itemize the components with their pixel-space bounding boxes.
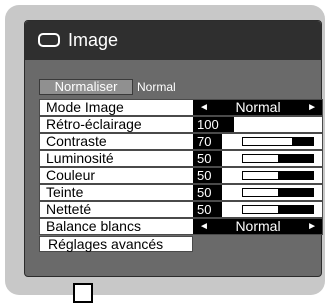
row-nettete[interactable]: Netteté 50 <box>39 201 323 218</box>
row-retro-eclairage[interactable]: Rétro-éclairage 100 <box>39 116 323 133</box>
row-contraste[interactable]: Contraste 70 <box>39 133 323 150</box>
row-teinte[interactable]: Teinte 50 <box>39 184 323 201</box>
contraste-slider[interactable] <box>242 137 314 146</box>
image-menu-panel: Image Normaliser Normal Mode Image ◄ Nor… <box>24 20 323 277</box>
balance-blancs-selector[interactable]: ◄ Normal ► <box>194 219 322 234</box>
mode-image-value: Normal <box>235 99 281 115</box>
luminosite-value: 50 <box>194 151 222 166</box>
teinte-slider-fill <box>278 189 313 196</box>
left-arrow-icon[interactable]: ◄ <box>199 100 209 115</box>
title-bar: Image <box>25 21 321 60</box>
contraste-label: Contraste <box>40 134 193 149</box>
menu-frame: Image Normaliser Normal Mode Image ◄ Nor… <box>5 5 325 295</box>
couleur-slider[interactable] <box>242 171 314 180</box>
luminosite-slider[interactable] <box>242 154 314 163</box>
couleur-label: Couleur <box>40 168 193 183</box>
row-balance-blancs[interactable]: Balance blancs ◄ Normal ► <box>39 218 323 235</box>
row-couleur[interactable]: Couleur 50 <box>39 167 323 184</box>
normaliser-value: Normal <box>137 80 176 94</box>
rounded-rectangle-icon <box>38 33 60 47</box>
teinte-value: 50 <box>194 185 222 200</box>
menu-title: Image <box>68 30 119 50</box>
reglages-avances-button[interactable]: Réglages avancés <box>39 236 193 252</box>
retro-eclairage-label: Rétro-éclairage <box>40 117 193 132</box>
nettete-slider[interactable] <box>242 205 314 214</box>
left-arrow-icon[interactable]: ◄ <box>199 219 209 234</box>
row-luminosite[interactable]: Luminosité 50 <box>39 150 323 167</box>
nettete-value: 50 <box>194 202 222 217</box>
right-arrow-icon[interactable]: ► <box>307 219 317 234</box>
contraste-value: 70 <box>194 134 222 149</box>
retro-eclairage-value: 100 <box>194 117 234 132</box>
nettete-label: Netteté <box>40 202 193 217</box>
balance-blancs-label: Balance blancs <box>40 219 193 234</box>
teinte-slider[interactable] <box>242 188 314 197</box>
nettete-slider-fill <box>278 206 313 213</box>
square-icon <box>73 283 93 303</box>
luminosite-label: Luminosité <box>40 151 193 166</box>
balance-blancs-value: Normal <box>235 218 281 234</box>
normaliser-button[interactable]: Normaliser <box>39 79 133 95</box>
mode-image-selector[interactable]: ◄ Normal ► <box>194 100 322 115</box>
contraste-slider-fill <box>292 138 313 145</box>
teinte-label: Teinte <box>40 185 193 200</box>
couleur-slider-fill <box>278 172 313 179</box>
couleur-value: 50 <box>194 168 222 183</box>
row-mode-image[interactable]: Mode Image ◄ Normal ► <box>39 99 323 116</box>
mode-image-label: Mode Image <box>40 100 193 115</box>
right-arrow-icon[interactable]: ► <box>307 100 317 115</box>
luminosite-slider-fill <box>278 155 313 162</box>
